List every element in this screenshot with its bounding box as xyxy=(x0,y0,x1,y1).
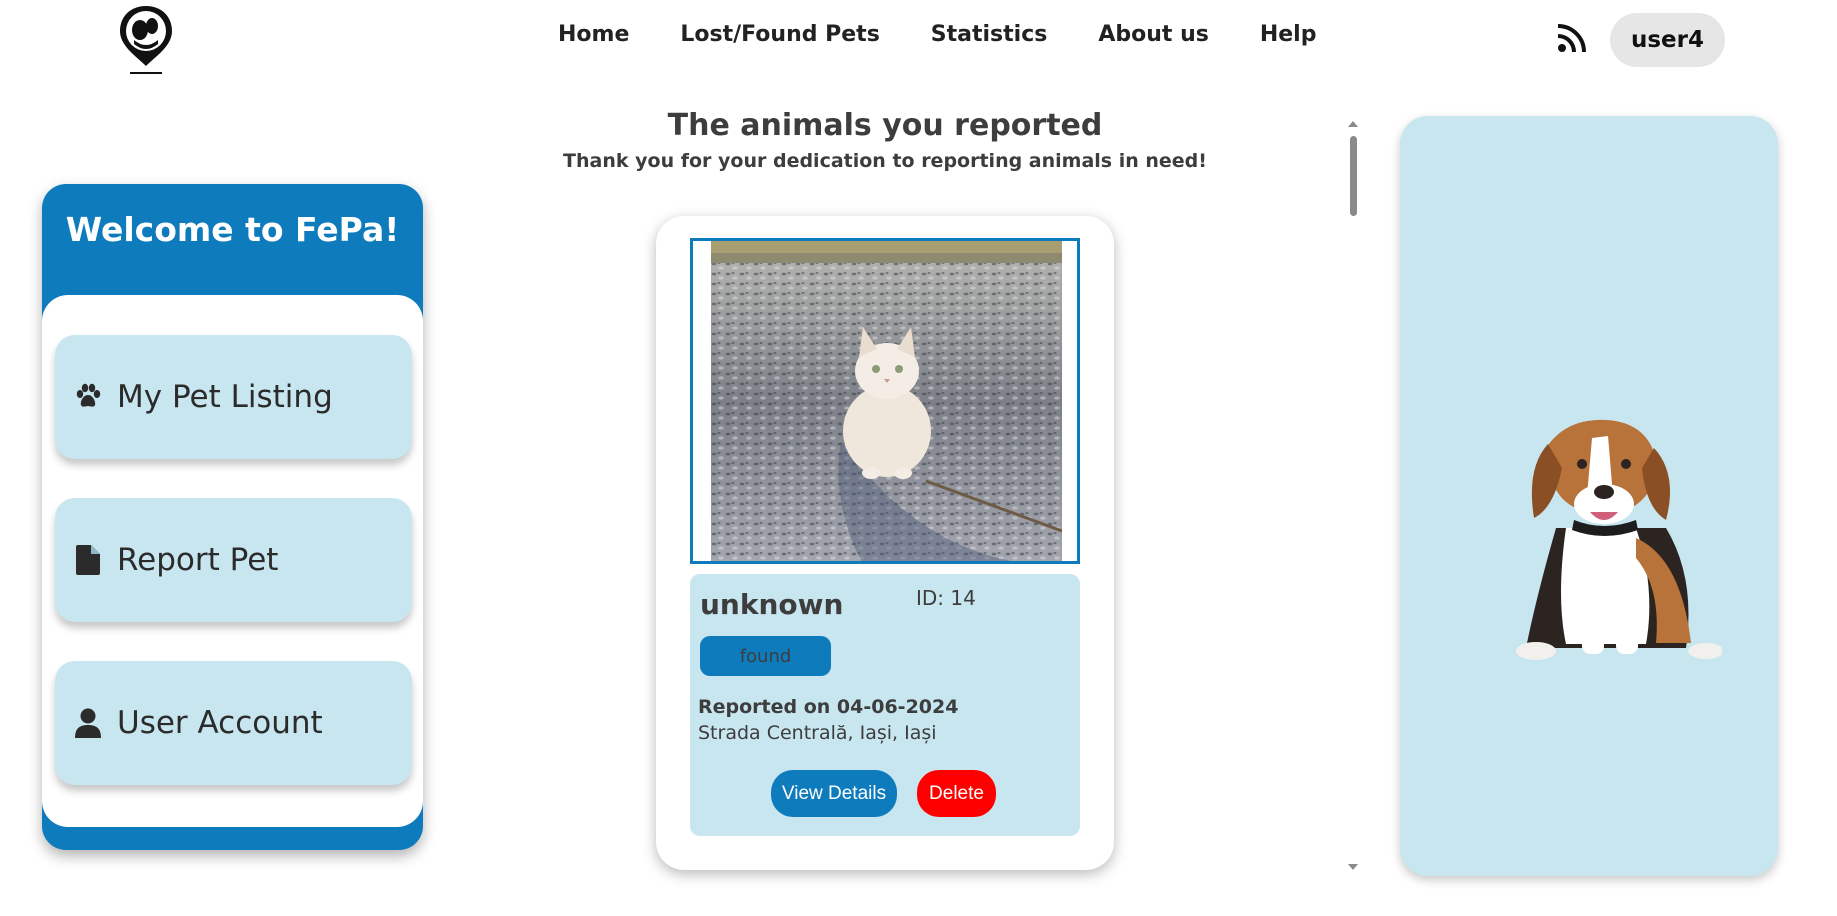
user-icon xyxy=(73,708,103,738)
top-navigation: Home Lost/Found Pets Statistics About us… xyxy=(0,0,1837,80)
reported-date: Reported on 04-06-2024 xyxy=(698,696,959,718)
nav-about-us[interactable]: About us xyxy=(1098,22,1208,47)
pet-card: unknown ID: 14 found Reported on 04-06-2… xyxy=(656,216,1114,870)
paw-icon xyxy=(73,382,103,412)
nav-statistics[interactable]: Statistics xyxy=(931,22,1048,47)
nav-home[interactable]: Home xyxy=(558,22,629,47)
sidebar-item-my-pet-listing[interactable]: My Pet Listing xyxy=(55,335,412,459)
pet-name: unknown xyxy=(700,588,844,621)
sidebar-item-report-pet[interactable]: Report Pet xyxy=(55,498,412,622)
sidebar-item-label: Report Pet xyxy=(117,542,279,578)
page-subtitle: Thank you for your dedication to reporti… xyxy=(563,150,1207,172)
scroll-up-arrow-icon[interactable] xyxy=(1348,121,1358,127)
decorative-side-panel xyxy=(1400,116,1778,876)
scroll-down-arrow-icon[interactable] xyxy=(1348,864,1358,870)
sidebar: Welcome to FePa! My Pet Listing Report P… xyxy=(42,184,423,850)
sidebar-item-user-account[interactable]: User Account xyxy=(55,661,412,785)
sidebar-item-label: My Pet Listing xyxy=(117,379,333,415)
status-badge: found xyxy=(700,636,831,676)
main-nav: Home Lost/Found Pets Statistics About us… xyxy=(558,22,1367,47)
sidebar-item-label: User Account xyxy=(117,705,323,741)
nav-lost-found-pets[interactable]: Lost/Found Pets xyxy=(680,22,879,47)
rss-feed-icon[interactable] xyxy=(1556,22,1588,54)
scrollbar-thumb[interactable] xyxy=(1350,136,1357,216)
file-icon xyxy=(73,545,103,575)
pet-location: Strada Centrală, Iași, Iași xyxy=(698,722,937,744)
nav-help[interactable]: Help xyxy=(1260,22,1317,47)
pet-info-panel: unknown ID: 14 found Reported on 04-06-2… xyxy=(690,574,1080,836)
sidebar-title: Welcome to FePa! xyxy=(65,210,400,249)
user-account-button[interactable]: user4 xyxy=(1610,13,1725,67)
view-details-button[interactable]: View Details xyxy=(771,770,897,817)
beagle-illustration xyxy=(1516,419,1722,660)
pet-photo-frame xyxy=(690,238,1080,564)
fepa-logo-icon[interactable] xyxy=(116,4,176,76)
sidebar-menu: My Pet Listing Report Pet User Account xyxy=(42,295,423,827)
delete-button[interactable]: Delete xyxy=(917,770,996,817)
pet-photo xyxy=(711,241,1062,561)
pet-id: ID: 14 xyxy=(916,586,976,610)
page-title: The animals you reported xyxy=(667,108,1103,143)
